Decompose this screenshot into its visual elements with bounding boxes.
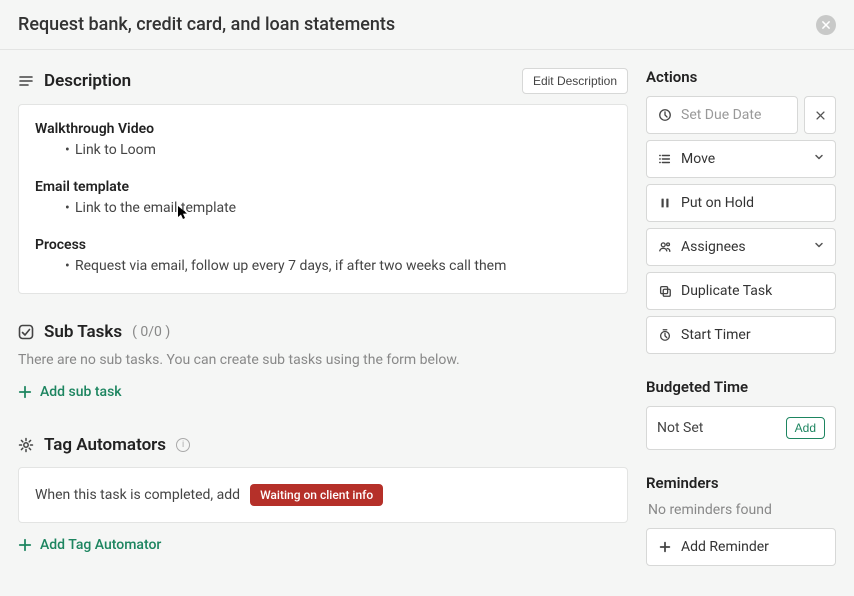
add-reminder-label: Add Reminder xyxy=(681,539,825,555)
add-tag-automator-label: Add Tag Automator xyxy=(40,537,161,553)
desc-bullet: Link to Loom xyxy=(35,140,611,161)
info-icon[interactable]: i xyxy=(176,438,190,452)
desc-heading: Walkthrough Video xyxy=(35,121,154,137)
set-due-date-button[interactable]: Set Due Date xyxy=(646,96,798,134)
automator-rule: When this task is completed, add Waiting… xyxy=(18,467,628,523)
plus-icon xyxy=(18,538,32,552)
plus-icon xyxy=(18,385,32,399)
add-tag-automator-button[interactable]: Add Tag Automator xyxy=(18,537,161,553)
automator-text: When this task is completed, add xyxy=(35,487,240,503)
description-icon xyxy=(18,73,34,89)
plus-icon xyxy=(657,539,673,555)
tag-chip: Waiting on client info xyxy=(250,484,383,506)
move-button[interactable]: Move xyxy=(646,140,836,178)
budgeted-time-title: Budgeted Time xyxy=(646,378,836,396)
put-on-hold-button[interactable]: Put on Hold xyxy=(646,184,836,222)
chevron-down-icon xyxy=(813,239,825,255)
desc-bullet: Link to the email template xyxy=(35,198,611,219)
subtasks-title: Sub Tasks xyxy=(44,322,122,342)
chevron-down-icon xyxy=(813,151,825,167)
subtasks-header: Sub Tasks ( 0/0 ) xyxy=(18,322,628,342)
pause-icon xyxy=(657,195,673,211)
budgeted-time-box: Not Set Add xyxy=(646,406,836,450)
desc-heading: Email template xyxy=(35,179,129,195)
reminders-empty: No reminders found xyxy=(646,502,836,518)
tag-automators-header: Tag Automators i xyxy=(18,435,628,455)
reminders-title: Reminders xyxy=(646,474,836,492)
subtasks-empty: There are no sub tasks. You can create s… xyxy=(18,352,628,368)
clock-icon xyxy=(657,107,673,123)
list-icon xyxy=(657,151,673,167)
duplicate-label: Duplicate Task xyxy=(681,283,825,299)
people-icon xyxy=(657,239,673,255)
desc-bullet: Request via email, follow up every 7 day… xyxy=(35,256,611,277)
duplicate-task-button[interactable]: Duplicate Task xyxy=(646,272,836,310)
desc-heading: Process xyxy=(35,237,86,253)
timer-icon xyxy=(657,327,673,343)
add-subtask-button[interactable]: Add sub task xyxy=(18,384,122,400)
modal-title: Request bank, credit card, and loan stat… xyxy=(18,14,395,35)
checkbox-icon xyxy=(18,324,34,340)
close-button[interactable] xyxy=(816,15,836,35)
set-due-date-label: Set Due Date xyxy=(681,107,787,123)
modal-header: Request bank, credit card, and loan stat… xyxy=(0,0,854,50)
start-timer-label: Start Timer xyxy=(681,327,825,343)
move-label: Move xyxy=(681,151,805,167)
start-timer-button[interactable]: Start Timer xyxy=(646,316,836,354)
actions-title: Actions xyxy=(646,68,836,86)
description-header: Description Edit Description xyxy=(18,68,628,94)
gear-icon xyxy=(18,437,34,453)
budgeted-time-value: Not Set xyxy=(657,420,703,436)
add-subtask-label: Add sub task xyxy=(40,384,122,400)
subtasks-count: ( 0/0 ) xyxy=(132,324,170,340)
add-reminder-button[interactable]: Add Reminder xyxy=(646,528,836,566)
tag-automators-title: Tag Automators xyxy=(44,435,166,455)
assignees-button[interactable]: Assignees xyxy=(646,228,836,266)
description-title: Description xyxy=(44,71,131,91)
description-content: Walkthrough Video Link to Loom Email tem… xyxy=(18,104,628,294)
edit-description-button[interactable]: Edit Description xyxy=(522,68,628,94)
put-on-hold-label: Put on Hold xyxy=(681,195,825,211)
copy-icon xyxy=(657,283,673,299)
assignees-label: Assignees xyxy=(681,239,805,255)
budgeted-time-add-button[interactable]: Add xyxy=(786,417,825,439)
clear-due-date-button[interactable] xyxy=(804,96,836,134)
